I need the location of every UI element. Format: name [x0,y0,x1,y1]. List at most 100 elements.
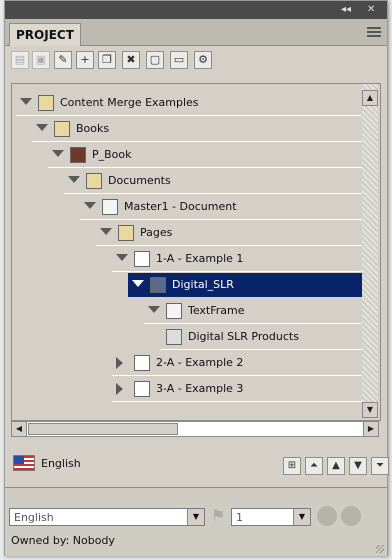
new-page-button[interactable]: ▤ [11,51,29,69]
tree-node-label: Books [76,122,110,135]
move-up-button[interactable]: ▲ [327,457,345,475]
row-divider [96,245,362,246]
panel-footer: English ▼ ⚑ 1 ▼ Owned by: Nobody [5,487,387,556]
document-icon [102,199,118,215]
expand-caret-icon[interactable] [132,280,144,287]
tree-row[interactable]: Pages [12,220,362,246]
expand-caret-icon[interactable] [148,306,160,313]
tree-row[interactable]: 3-A - Example 3 [12,376,362,402]
chevron-down-icon[interactable]: ▼ [187,509,204,525]
row-divider [144,323,362,324]
row-divider [16,115,362,116]
book-icon [70,147,86,163]
expand-caret-icon[interactable] [52,150,64,157]
close-panel-icon[interactable]: ✕ [367,4,375,16]
folder-icon [54,121,70,137]
save-button[interactable]: ▣ [32,51,50,69]
move-bottom-button[interactable]: ⏷ [371,457,389,475]
folder-icon [86,173,102,189]
flag-marker-icon[interactable]: ⚑ [211,506,225,526]
tree-row[interactable]: TextFrame [12,298,362,324]
settings-button[interactable]: ⚙ [194,51,212,69]
resize-grip-icon[interactable] [376,545,384,553]
tree-node-label: Pages [140,226,173,239]
scroll-down-button[interactable]: ▼ [362,402,378,418]
row-divider [80,219,362,220]
tree-row[interactable]: Content Merge Examples [12,90,362,116]
collapse-panel-icon[interactable]: ◂◂ [341,4,351,16]
row-divider [48,167,362,168]
panel-tabbar: PROJECT [5,19,387,46]
move-top-button[interactable]: ⏶ [305,457,323,475]
globe-icon[interactable] [317,506,337,526]
horizontal-scroll-thumb[interactable] [28,423,178,435]
folder-icon [118,225,134,241]
expand-caret-icon[interactable] [116,254,128,261]
tree-horizontal-scrollbar[interactable]: ◀ ▶ [11,421,379,437]
page-select[interactable]: 1 ▼ [231,508,311,526]
row-divider [160,349,362,350]
page-icon [134,251,150,267]
tree-node-label: Digital_SLR [172,278,234,291]
row-divider [64,193,362,194]
expand-all-button[interactable]: ⊞ [283,457,301,475]
tree-row[interactable]: Digital_SLR [12,272,362,298]
textframe-icon [166,303,182,319]
collapsed-caret-icon[interactable] [116,383,123,395]
language-row: English ⊞ ⏶ ▲ ▼ ⏷ [11,451,389,479]
row-divider [112,271,362,272]
expand-caret-icon[interactable] [100,228,112,235]
tree-node-label: 2-A - Example 2 [156,356,244,369]
tree-row[interactable]: Digital SLR Products [12,324,362,350]
collapsed-caret-icon[interactable] [116,357,123,369]
page-icon [134,355,150,371]
expand-caret-icon[interactable] [84,202,96,209]
tree-row[interactable]: Books [12,116,362,142]
tree-vertical-scrollbar[interactable]: ▲ ▼ [362,84,378,418]
tree-node-label: TextFrame [188,304,245,317]
frame-button[interactable]: ▢ [146,51,164,69]
scroll-left-button[interactable]: ◀ [11,421,27,437]
tree-row[interactable]: 2-A - Example 2 [12,350,362,376]
owned-by-label: Owned by: Nobody [11,534,115,547]
expand-caret-icon[interactable] [20,98,32,105]
tree-node-label: 3-A - Example 3 [156,382,244,395]
project-tree[interactable]: 3-A - Example 3 2-A - Example 2 Digital SL… [11,83,381,421]
tree-node-label: P_Book [92,148,132,161]
page-select-value: 1 [236,511,243,524]
panel-titlebar: ◂◂ ✕ [5,1,387,19]
tree-node-label: 1-A - Example 1 [156,252,244,265]
move-down-button[interactable]: ▼ [349,457,367,475]
expand-caret-icon[interactable] [68,176,80,183]
page-icon [134,381,150,397]
language-label: English [41,457,81,470]
scroll-right-button[interactable]: ▶ [363,421,379,437]
globe-settings-icon[interactable] [341,506,361,526]
row-divider [112,401,362,402]
edit-button[interactable]: ✎ [54,51,72,69]
chevron-down-icon[interactable]: ▼ [293,509,310,525]
tab-project[interactable]: PROJECT [9,23,81,46]
image-button[interactable]: ▭ [170,51,188,69]
scroll-up-button[interactable]: ▲ [362,90,378,106]
project-panel: ◂◂ ✕ PROJECT ▤ ▣ ✎ + ❐ ✖ ▢ ▭ ⚙ 3-A - Exa… [4,0,389,556]
tree-row[interactable]: Documents [12,168,362,194]
add-button[interactable]: + [76,51,94,69]
language-select[interactable]: English ▼ [9,508,205,526]
text-content-icon [166,329,182,345]
delete-button[interactable]: ✖ [122,51,140,69]
row-divider [112,375,362,376]
expand-caret-icon[interactable] [36,124,48,131]
tree-node-label: Master1 - Document [124,200,237,213]
tree-node-label: Content Merge Examples [60,96,199,109]
row-divider [32,141,362,142]
folder-icon [38,95,54,111]
duplicate-button[interactable]: ❐ [98,51,116,69]
tree-row[interactable]: Master1 - Document [12,194,362,220]
tree-row[interactable]: 1-A - Example 1 [12,246,362,272]
component-icon [150,277,166,293]
project-toolbar: ▤ ▣ ✎ + ❐ ✖ ▢ ▭ ⚙ [5,46,387,76]
panel-menu-icon[interactable] [367,25,381,37]
tree-node-label: Digital SLR Products [188,330,299,343]
tree-row[interactable]: P_Book [12,142,362,168]
